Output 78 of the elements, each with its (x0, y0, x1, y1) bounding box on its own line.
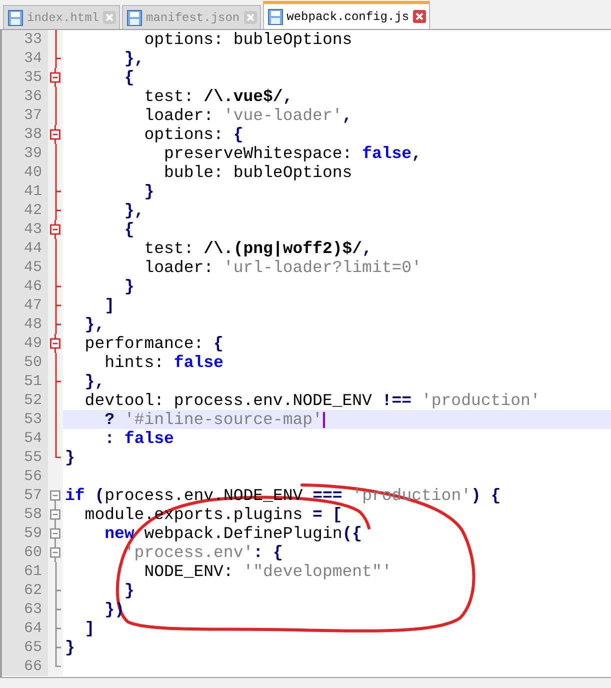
line-number: 50 (2, 353, 48, 372)
code-line: } (143, 182, 154, 201)
code-line: test: /\.vue$/, (143, 87, 293, 106)
code-line: }, (84, 315, 105, 334)
code-line: : false (104, 429, 174, 448)
code-line: loader: 'url-loader?limit=0' (143, 258, 422, 277)
line-number: 66 (2, 657, 48, 676)
close-icon[interactable] (413, 10, 426, 23)
line-number: 60 (2, 543, 48, 562)
text-cursor (323, 412, 326, 428)
code-line: } (65, 448, 75, 467)
code-line: test: /\.(png|woff2)$/, (143, 239, 372, 258)
code-line: { (123, 68, 134, 87)
line-number: 46 (2, 277, 48, 296)
line-number: 42 (2, 201, 48, 220)
code-line: devtool: process.env.NODE_ENV !== 'production' (84, 391, 540, 410)
line-number: 47 (2, 296, 48, 315)
line-number: 62 (2, 581, 48, 600)
line-number: 36 (2, 87, 48, 106)
code-line: loader: 'vue-loader', (143, 106, 352, 125)
code-line: }, (123, 201, 144, 220)
line-number: 65 (2, 638, 48, 657)
line-number: 58 (2, 505, 48, 524)
code-line: performance: { (84, 334, 224, 353)
code-line: }, (84, 372, 105, 391)
code-line: hints: false (104, 353, 224, 372)
collapse-button[interactable] (50, 524, 61, 543)
code-line: buble: bubleOptions (163, 163, 352, 182)
line-number: 54 (2, 429, 48, 448)
line-number: 53 (2, 410, 48, 429)
file-tab[interactable]: manifest.json (122, 5, 261, 29)
line-number: 33 (2, 30, 48, 49)
line-number: 56 (2, 467, 48, 486)
code-line: preserveWhitespace: false, (163, 144, 422, 163)
code-line: ] (104, 296, 115, 315)
collapse-button[interactable] (50, 505, 61, 524)
collapse-button[interactable] (50, 543, 61, 562)
document-icon (268, 8, 283, 24)
line-number: 44 (2, 239, 48, 258)
line-number: 37 (2, 106, 48, 125)
line-number: 43 (2, 220, 48, 239)
code-line: options: { (143, 125, 244, 144)
file-tab[interactable]: webpack.config.js (262, 1, 430, 29)
line-number: 34 (2, 49, 48, 68)
code-line: }, (123, 49, 144, 68)
line-number: 49 (2, 334, 48, 353)
line-number: 59 (2, 524, 48, 543)
file-tab[interactable]: index.html (3, 5, 120, 29)
line-number: 64 (2, 619, 48, 638)
line-number: 35 (2, 68, 48, 87)
collapse-button[interactable] (50, 220, 61, 239)
code-line: } (65, 638, 75, 657)
code-line: { (123, 220, 134, 239)
line-number: 40 (2, 163, 48, 182)
document-icon (8, 10, 23, 26)
line-number: 55 (2, 448, 48, 467)
line-number: 39 (2, 144, 48, 163)
collapse-button[interactable] (50, 334, 61, 353)
line-number: 52 (2, 391, 48, 410)
line-number: 61 (2, 562, 48, 581)
code-line: options: bubleOptions (143, 30, 352, 49)
line-number: 57 (2, 486, 48, 505)
code-line: } (123, 277, 134, 296)
line-number: 48 (2, 315, 48, 334)
line-number: 63 (2, 600, 48, 619)
line-number: 51 (2, 372, 48, 391)
code-line: ? '#inline-source-map' (104, 410, 322, 429)
line-number: 41 (2, 182, 48, 201)
code-line: ] (84, 619, 95, 638)
code-line: new webpack.DefinePlugin({ (104, 524, 362, 543)
line-number: 45 (2, 258, 48, 277)
document-icon (127, 10, 142, 26)
code-line: NODE_ENV: '"development"' (143, 562, 392, 581)
line-number: 38 (2, 125, 48, 144)
code-line: } (123, 581, 134, 600)
code-line: 'process.env': { (123, 543, 283, 562)
collapse-button[interactable] (50, 68, 61, 87)
collapse-button[interactable] (50, 125, 61, 144)
